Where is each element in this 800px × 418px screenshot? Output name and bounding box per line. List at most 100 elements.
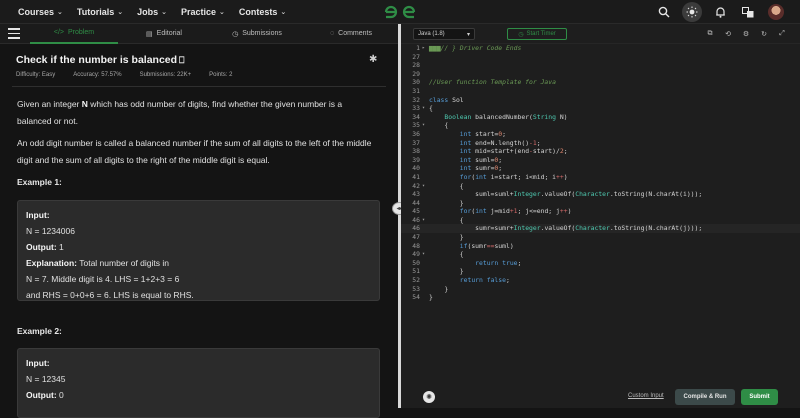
explanation-label: Explanation: <box>26 258 78 268</box>
tab-label: Problem <box>68 29 95 36</box>
code-area[interactable]: 1 ▸ ▆▆▆// } Driver Code Ends 27 28 29 30//User… <box>401 44 800 302</box>
top-icons <box>646 0 784 24</box>
code-text: if(sumr==suml) <box>459 241 514 250</box>
chevron-down-icon: ⌄ <box>161 8 167 16</box>
document-icon: ▤ <box>146 30 153 38</box>
language-select[interactable]: Java (1.8) ▾ <box>413 28 475 40</box>
line-number: 41 <box>412 172 420 181</box>
code-line: 37 int end=N.length()-1; <box>401 139 800 148</box>
explanation-text: Total number of digits in <box>77 258 169 268</box>
line-number: 45 <box>412 207 420 216</box>
copy-icon[interactable]: ⧉ <box>704 28 716 40</box>
tab-label: Comments <box>338 30 372 37</box>
bookmark-icon[interactable]: ⎕ <box>179 55 184 65</box>
line-number: 53 <box>412 284 420 293</box>
reset-icon[interactable]: ⟲ <box>722 28 734 40</box>
refresh-icon[interactable]: ↻ <box>758 28 770 40</box>
search-icon[interactable] <box>654 2 674 22</box>
compile-run-button[interactable]: Compile & Run <box>675 389 735 405</box>
nav-item-tutorials[interactable]: Tutorials ⌄ <box>77 7 123 17</box>
code-line: 49 ▾ { <box>401 250 800 259</box>
line-number: 40 <box>412 164 420 173</box>
clock-icon: ◷ <box>232 30 239 38</box>
line-number: 50 <box>412 258 420 267</box>
input-label: Input: <box>26 210 50 220</box>
fold-toggle-icon[interactable]: ▾ <box>422 104 428 113</box>
line-number: 51 <box>412 267 420 276</box>
code-line: 36 int start=0; <box>401 130 800 139</box>
code-line: 30 //User function Template for Java <box>401 78 800 87</box>
fold-toggle-icon[interactable]: ▾ <box>422 250 428 259</box>
nav-item-practice[interactable]: Practice ⌄ <box>181 7 225 17</box>
example-line: Input: <box>26 207 371 223</box>
report-bug-icon[interactable]: ✱ <box>369 54 377 65</box>
problem-title: Check if the number is balanced ⎕ <box>16 54 184 66</box>
difficulty: Difficulty: Easy <box>16 72 56 78</box>
translate-icon[interactable] <box>738 2 758 22</box>
tab-submissions[interactable]: ◷ Submissions <box>210 24 304 44</box>
text: Given an integer <box>17 99 82 109</box>
line-number: 46 <box>412 215 420 224</box>
code-line: 34 Boolean balancedNumber(String N) <box>401 113 800 122</box>
code-line: 28 <box>401 61 800 70</box>
avatar[interactable] <box>768 4 784 20</box>
problem-panel: </> Problem ▤ Editorial ◷ Submissions ◌ Comm… <box>0 24 398 418</box>
nav-item-label: Contests <box>238 6 278 17</box>
main-nav: Courses ⌄ Tutorials ⌄ Jobs ⌄ Practice ⌄ Contests… <box>18 7 300 17</box>
line-number: 30 <box>412 78 420 87</box>
tab-problem[interactable]: </> Problem <box>30 24 118 44</box>
nav-item-courses[interactable]: Courses ⌄ <box>18 7 63 17</box>
points: Points: 2 <box>209 72 233 78</box>
code-line: 46 sumr=sumr+Integer.valueOf(Character.t… <box>401 224 800 234</box>
code-line: 32 class Sol <box>401 96 800 105</box>
code-text: } <box>429 293 433 302</box>
code-line: 31 <box>401 87 800 96</box>
nav-item-jobs[interactable]: Jobs ⌄ <box>137 7 167 17</box>
start-timer-button[interactable]: ◷ Start Timer <box>507 28 567 40</box>
fold-toggle-icon[interactable]: ▾ <box>422 182 428 191</box>
nav-item-contests[interactable]: Contests ⌄ <box>239 7 286 17</box>
line-number: 32 <box>412 95 420 104</box>
gfg-logo[interactable] <box>382 3 418 21</box>
code-text: } <box>429 284 449 293</box>
lightbulb-icon[interactable]: ✺ <box>423 391 435 403</box>
menu-icon[interactable] <box>0 24 30 44</box>
example-1-box: Input: N = 1234006 Output: 1 Explanation… <box>17 200 380 301</box>
settings-icon[interactable]: ⚙ <box>740 28 752 40</box>
tab-label: Editorial <box>156 30 182 37</box>
code-line: 51 } <box>401 267 800 276</box>
line-number: 44 <box>412 198 420 207</box>
fold-toggle-icon[interactable]: ▸ <box>422 44 428 53</box>
line-number: 38 <box>412 147 420 156</box>
description-paragraph-2: An odd digit number is called a balanced… <box>17 138 372 165</box>
tab-editorial[interactable]: ▤ Editorial <box>118 24 210 44</box>
code-text: { <box>429 104 433 113</box>
output-value: 1 <box>56 242 64 252</box>
nav-item-label: Courses <box>18 6 55 17</box>
nav-item-label: Practice <box>181 6 217 17</box>
timer-label: Start Timer <box>526 31 556 37</box>
code-text: Boolean balancedNumber(String N) <box>444 112 568 121</box>
divider-line <box>12 86 386 87</box>
custom-input-link[interactable]: Custom Input <box>628 393 664 399</box>
fold-toggle-icon[interactable]: ▾ <box>422 121 428 130</box>
fold-toggle-icon[interactable]: ▾ <box>422 216 428 225</box>
example-line: N = 7. Middle digit is 4. LHS = 1+2+3 = … <box>26 274 180 284</box>
line-number: 36 <box>412 129 420 138</box>
fullscreen-icon[interactable]: ⤢ <box>776 28 788 40</box>
code-line: 29 <box>401 70 800 79</box>
code-text: int sumr=0; <box>459 164 503 173</box>
example-line: N = 1234006 <box>26 226 75 236</box>
example-2-heading: Example 2: <box>17 326 62 336</box>
tab-comments[interactable]: ◌ Comments <box>304 24 398 44</box>
code-line: 27 <box>401 53 800 62</box>
bell-icon[interactable] <box>710 2 730 22</box>
code-text: } <box>429 233 464 242</box>
code-line: 40 int sumr=0; <box>401 164 800 173</box>
editor-footer: ✺ Custom Input Compile & Run Submit <box>401 384 800 408</box>
submit-button[interactable]: Submit <box>741 389 778 405</box>
code-line: 47 } <box>401 233 800 242</box>
theme-toggle-icon[interactable] <box>682 2 702 22</box>
line-number: 46 <box>412 224 420 233</box>
code-text: //User function Template for Java <box>429 78 556 87</box>
